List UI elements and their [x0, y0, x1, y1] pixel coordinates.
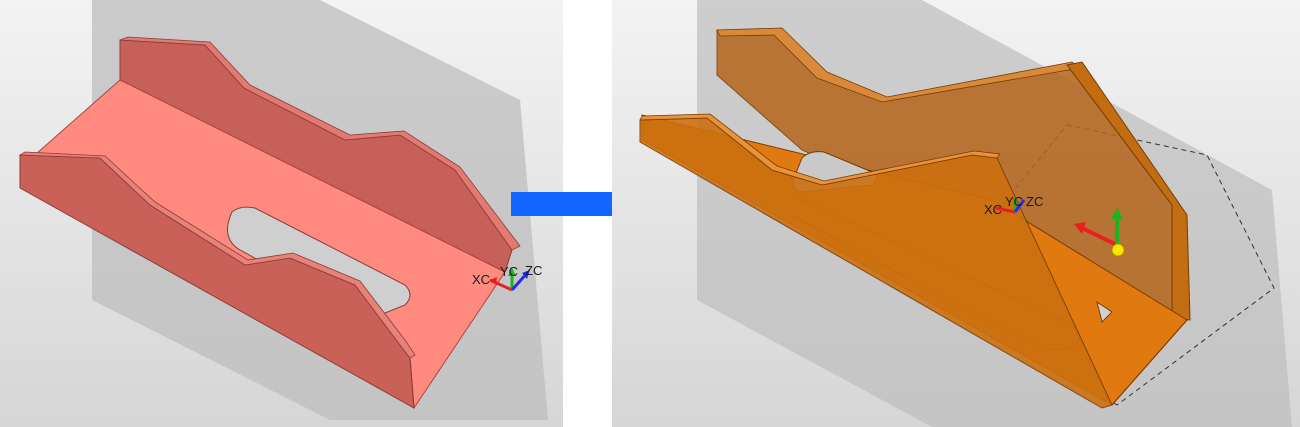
- origin-handle-icon[interactable]: [1111, 243, 1125, 257]
- yc-label: YC: [500, 264, 518, 279]
- right-viewport[interactable]: XC YC ZC: [612, 0, 1300, 427]
- left-3d-canvas[interactable]: XC YC ZC: [0, 0, 563, 427]
- zc-label: ZC: [1026, 194, 1043, 209]
- zc-label: ZC: [525, 263, 542, 278]
- right-3d-canvas[interactable]: XC YC ZC: [612, 0, 1300, 427]
- left-viewport[interactable]: XC YC ZC: [0, 0, 563, 427]
- xc-label: XC: [472, 272, 490, 287]
- yc-label: YC: [1005, 194, 1023, 209]
- xc-label: XC: [984, 202, 1002, 217]
